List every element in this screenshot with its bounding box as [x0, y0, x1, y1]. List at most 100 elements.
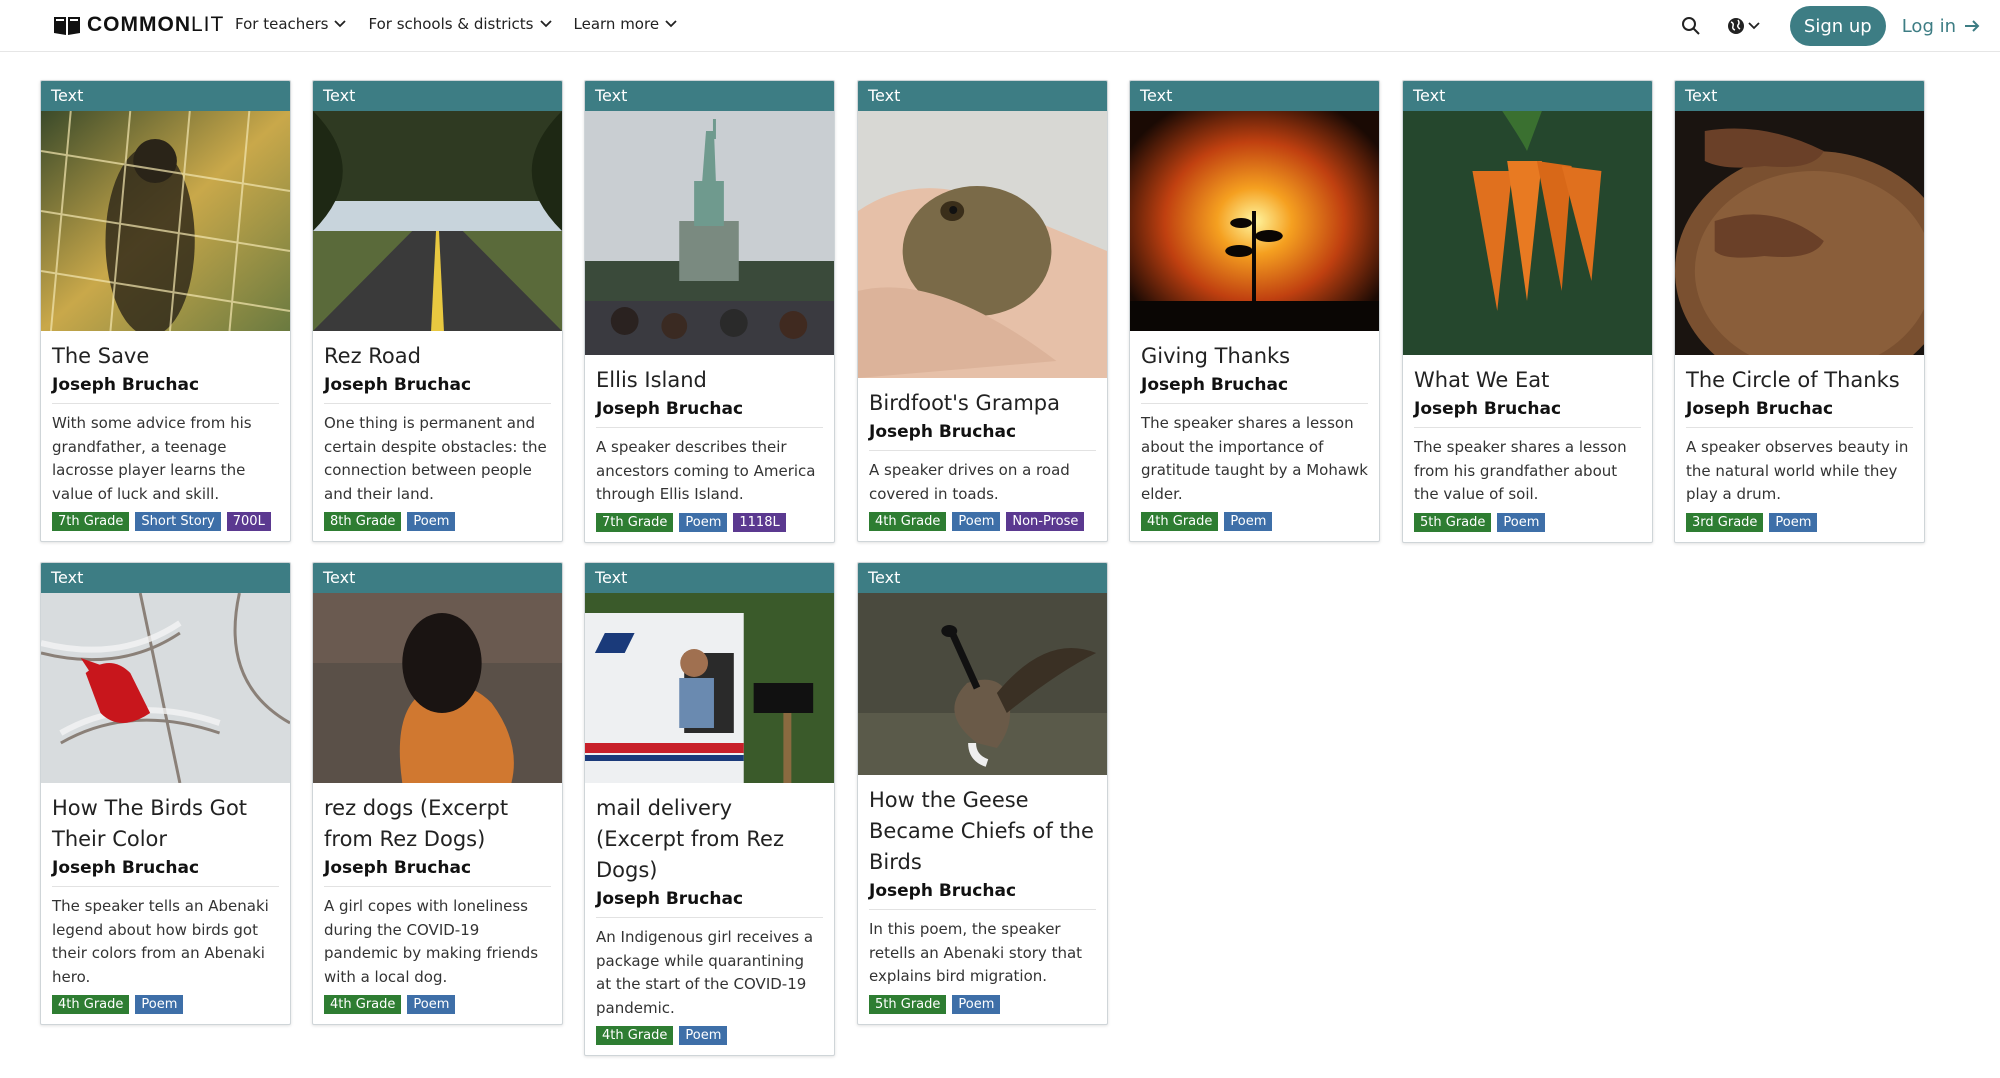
content-type-band: Text — [585, 81, 834, 111]
text-card-birdfoots-grampa[interactable]: Text Birdfoot's Grampa Joseph Bruchac A … — [857, 80, 1108, 542]
lacrosse-net-photo — [41, 111, 290, 331]
genre-badge: Poem — [1769, 512, 1818, 532]
text-card-what-we-eat[interactable]: Text What We Eat Joseph Bruchac The spea… — [1402, 80, 1653, 543]
top-navbar: COMMONLIT For teachers For schools & dis… — [0, 0, 2000, 52]
text-card-rez-dogs[interactable]: Text rez dogs (Excerpt from Rez Dogs) Jo… — [312, 562, 563, 1025]
nav-label: Learn more — [573, 15, 660, 33]
card-author: Joseph Bruchac — [324, 375, 551, 404]
mail-truck-photo — [585, 593, 834, 783]
text-card-how-the-geese-became-chiefs[interactable]: Text How the Geese Became Chiefs of the … — [857, 562, 1108, 1025]
nav-label: For teachers — [235, 15, 329, 33]
card-title: Giving Thanks — [1141, 344, 1291, 368]
grade-badge: 7th Grade — [596, 512, 674, 532]
text-card-the-circle-of-thanks[interactable]: Text The Circle of Thanks Joseph Bruchac… — [1674, 80, 1925, 543]
card-title: How The Birds Got Their Color — [52, 796, 248, 851]
goose-photo — [858, 593, 1107, 775]
search-icon[interactable] — [1681, 16, 1701, 36]
log-in-label: Log in — [1901, 15, 1956, 37]
card-tags: 4th Grade Poem — [52, 995, 279, 1014]
card-author: Joseph Bruchac — [324, 858, 551, 887]
nav-for-teachers[interactable]: For teachers — [235, 15, 347, 33]
lexile-badge: 700L — [226, 512, 271, 531]
genre-badge: Poem — [135, 995, 184, 1014]
card-tags: 4th Grade Poem Non-Prose — [869, 512, 1096, 531]
log-in-link[interactable]: Log in — [1902, 16, 1980, 37]
card-tags: 7th Grade Poem 1118L — [596, 512, 823, 532]
tree-lined-road-photo — [313, 111, 562, 331]
card-description: A speaker observes beauty in the natural… — [1686, 438, 1909, 503]
main-nav: For teachers For schools & districts Lea… — [235, 15, 677, 33]
card-tags: 4th Grade Poem — [324, 995, 551, 1014]
language-selector[interactable] — [1727, 17, 1760, 35]
genre-badge: Poem — [679, 512, 728, 532]
card-author: Joseph Bruchac — [1414, 399, 1641, 428]
arrow-right-icon — [1965, 20, 1980, 32]
chevron-down-icon — [665, 20, 677, 28]
nav-for-schools-districts[interactable]: For schools & districts — [368, 15, 552, 33]
card-title: Rez Road — [324, 344, 421, 368]
content-type-band: Text — [1403, 81, 1652, 111]
nav-learn-more[interactable]: Learn more — [574, 15, 678, 33]
toad-in-hand-photo — [858, 111, 1107, 378]
non-prose-badge: Non-Prose — [1006, 512, 1085, 531]
card-title: rez dogs (Excerpt from Rez Dogs) — [324, 796, 509, 851]
statue-of-liberty-photo — [585, 111, 834, 355]
genre-badge: Poem — [952, 512, 1001, 531]
text-card-rez-road[interactable]: Text Rez Road Joseph Bruchac One thing i… — [312, 80, 563, 542]
text-card-the-save[interactable]: Text The Save Joseph Bruchac With some a… — [40, 80, 291, 542]
chevron-down-icon — [539, 20, 552, 28]
chevron-down-icon — [1748, 22, 1760, 30]
card-description: The speaker shares a lesson from his gra… — [1414, 438, 1627, 503]
genre-badge: Poem — [1497, 512, 1546, 532]
card-author: Joseph Bruchac — [596, 889, 823, 918]
card-title: How the Geese Became Chiefs of the Birds — [869, 788, 1094, 874]
cardinal-in-snow-photo — [41, 593, 290, 783]
text-card-how-the-birds-got-their-color[interactable]: Text How The Birds Got Their Color Josep… — [40, 562, 291, 1025]
sunset-sprout-photo — [1130, 111, 1379, 331]
grade-badge: 4th Grade — [52, 995, 130, 1014]
grade-badge: 8th Grade — [324, 512, 402, 531]
card-author: Joseph Bruchac — [1141, 375, 1368, 404]
header-actions: Sign up Log in — [1681, 6, 1980, 46]
content-type-band: Text — [41, 563, 290, 593]
content-type-band: Text — [858, 563, 1107, 593]
card-tags: 7th Grade Short Story 700L — [52, 512, 279, 531]
text-card-mail-delivery[interactable]: Text mail delivery (Excerpt from Rez Dog… — [584, 562, 835, 1056]
sign-up-button[interactable]: Sign up — [1789, 6, 1886, 46]
content-type-band: Text — [858, 81, 1107, 111]
card-description: In this poem, the speaker retells an Abe… — [869, 920, 1083, 985]
card-tags: 4th Grade Poem — [596, 1026, 823, 1045]
grade-badge: 4th Grade — [1141, 512, 1219, 531]
genre-badge: Poem — [407, 995, 456, 1014]
card-title: Ellis Island — [596, 368, 707, 392]
text-card-ellis-island[interactable]: Text Ellis Island Joseph Bruchac A speak… — [584, 80, 835, 543]
card-description: A speaker describes their ancestors comi… — [596, 438, 816, 503]
genre-badge: Short Story — [135, 512, 221, 531]
book-icon — [54, 17, 80, 35]
card-title: The Save — [52, 344, 150, 368]
content-type-band: Text — [585, 563, 834, 593]
genre-badge: Poem — [407, 512, 456, 531]
card-description: A speaker drives on a road covered in to… — [869, 461, 1070, 503]
content-type-band: Text — [1675, 81, 1924, 111]
content-type-band: Text — [313, 81, 562, 111]
chevron-down-icon — [334, 20, 347, 28]
card-author: Joseph Bruchac — [52, 858, 279, 887]
card-description: A girl copes with loneliness during the … — [324, 897, 539, 986]
carrots-photo — [1403, 111, 1652, 355]
card-author: Joseph Bruchac — [869, 422, 1096, 451]
card-tags: 5th Grade Poem — [869, 994, 1096, 1014]
grade-badge: 7th Grade — [52, 512, 130, 531]
card-description: The speaker tells an Abenaki legend abou… — [52, 897, 269, 986]
card-tags: 8th Grade Poem — [324, 512, 551, 531]
card-title: mail delivery (Excerpt from Rez Dogs) — [596, 796, 784, 882]
card-description: The speaker shares a lesson about the im… — [1141, 414, 1368, 503]
content-type-band: Text — [41, 81, 290, 111]
globe-icon — [1727, 18, 1744, 34]
lexile-badge: 1118L — [733, 512, 786, 532]
genre-badge: Poem — [1224, 512, 1273, 531]
grade-badge: 4th Grade — [869, 512, 947, 531]
content-type-band: Text — [1130, 81, 1379, 111]
text-card-giving-thanks[interactable]: Text Giving Thanks Joseph Bruchac The sp… — [1129, 80, 1380, 542]
commonlit-logo[interactable]: COMMONLIT — [53, 12, 224, 38]
